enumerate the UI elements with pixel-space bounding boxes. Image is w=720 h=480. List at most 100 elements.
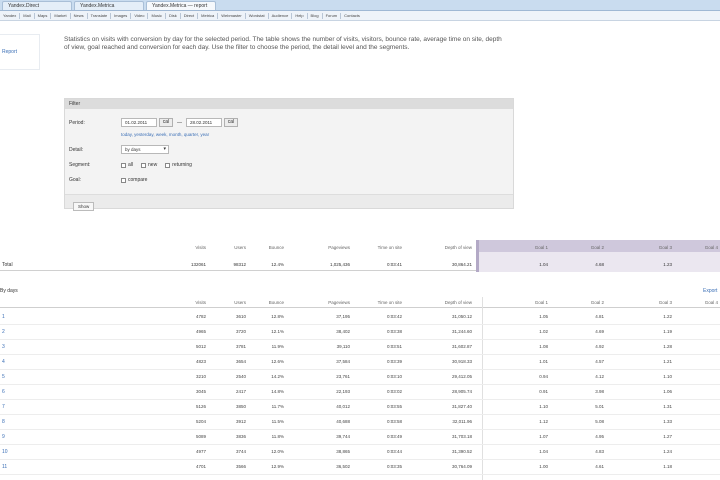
table-cell: 38,865 — [336, 449, 350, 454]
bookmark-item[interactable]: Contacts — [344, 13, 360, 18]
bookmark-item[interactable]: Wordstat — [249, 13, 265, 18]
row-label-link[interactable]: 7 — [2, 404, 5, 410]
row-label-link[interactable]: 8 — [2, 419, 5, 425]
row-label-link[interactable]: 11 — [2, 464, 7, 470]
bookmark-separator — [217, 12, 219, 19]
table-cell: 0:03:10 — [386, 374, 402, 379]
section-title: By days — [0, 288, 18, 294]
bookmark-separator — [147, 12, 149, 19]
bookmark-item[interactable]: Yandex — [3, 13, 16, 18]
segment-option: new — [148, 162, 158, 168]
column-header: Goal 2 — [590, 245, 604, 250]
checkbox-icon[interactable] — [141, 162, 147, 168]
row-label-link[interactable]: 5 — [2, 374, 5, 380]
bookmark-item[interactable]: Direct — [184, 13, 194, 18]
row-label-link[interactable]: 10 — [2, 449, 8, 455]
table-cell: 1.04 — [539, 449, 548, 454]
table-cell: 1.08 — [539, 344, 548, 349]
bookmark-separator — [86, 12, 88, 19]
browser-tab-active[interactable]: Yandex.Metrica — report — [146, 1, 216, 10]
browser-tab[interactable]: Yandex.Metrica — [74, 1, 144, 10]
table-cell: 4.81 — [595, 314, 604, 319]
row-label-link[interactable]: 6 — [2, 389, 5, 395]
date-to-input[interactable]: 28.02.2011 — [186, 118, 222, 127]
bookmark-separator — [340, 12, 342, 19]
bookmark-item[interactable]: Images — [114, 13, 127, 18]
table-cell: 1.24 — [663, 449, 672, 454]
table-cell: 40,688 — [336, 419, 350, 424]
table-cell: 1.05 — [539, 314, 548, 319]
row-label-link[interactable]: 4 — [2, 359, 5, 365]
date-dash: — — [177, 119, 182, 126]
table-cell: 4.12 — [595, 374, 604, 379]
browser-tab[interactable]: Yandex.Direct — [2, 1, 72, 10]
table-cell: 0.94 — [539, 374, 548, 379]
bookmark-item[interactable]: News — [74, 13, 84, 18]
goals-divider — [476, 240, 479, 272]
export-link[interactable]: Export — [703, 288, 717, 294]
table-cell: 0:03:38 — [386, 329, 402, 334]
table-cell: 0:03:51 — [386, 344, 402, 349]
table-cell: 1.18 — [663, 464, 672, 469]
table-row: 8 5204 3912 11.5% 40,688 0:03:58 32,011.96 1.12… — [0, 415, 720, 430]
segment-option: all — [128, 162, 134, 168]
bookmark-item[interactable]: Forum — [326, 13, 338, 18]
column-header[interactable]: Bounce — [224, 300, 284, 305]
bookmark-separator — [19, 12, 21, 19]
column-header: Goal 4 — [704, 245, 718, 250]
detail-label: Detail: — [69, 146, 84, 153]
table-cell: 31,602.87 — [451, 344, 472, 349]
segment-checkbox[interactable]: all — [121, 162, 133, 168]
row-label-link[interactable]: 1 — [2, 314, 5, 320]
bookmark-item[interactable]: Video — [134, 13, 144, 18]
bookmark-item[interactable]: Audience — [272, 13, 289, 18]
table-row: 9 5089 3836 11.8% 39,744 0:03:49 31,703.18 1.07… — [0, 430, 720, 445]
bookmark-item[interactable]: Disk — [169, 13, 177, 18]
row-label-link[interactable]: 2 — [2, 329, 5, 335]
table-cell: 40,012 — [336, 404, 350, 409]
calendar-icon[interactable]: cal — [159, 118, 173, 127]
segment-checkbox[interactable]: new — [141, 162, 157, 168]
table-cell: 1.02 — [539, 329, 548, 334]
bookmark-item[interactable]: Market — [54, 13, 66, 18]
bookmark-item[interactable]: Music — [151, 13, 161, 18]
bookmark-item[interactable]: Webmaster — [221, 13, 241, 18]
bookmark-item[interactable]: Blog — [311, 13, 319, 18]
checkbox-icon[interactable] — [165, 162, 171, 168]
apply-button[interactable]: Show — [73, 202, 95, 211]
detail-select[interactable]: by days ▾ — [121, 145, 169, 154]
column-header[interactable]: Goal 4 — [658, 300, 718, 305]
table-cell: 38,402 — [336, 329, 350, 334]
column-header[interactable]: Pageviews — [290, 300, 350, 305]
column-header[interactable]: Goal 2 — [544, 300, 604, 305]
table-cell: 30,918.33 — [451, 359, 472, 364]
table-cell: 31,390.52 — [451, 449, 472, 454]
calendar-icon[interactable]: cal — [224, 118, 238, 127]
checkbox-icon[interactable] — [121, 177, 126, 183]
segment-checkbox[interactable]: returning — [165, 162, 192, 168]
table-cell: 1.22 — [663, 314, 672, 319]
date-from-input[interactable]: 01.02.2011 — [121, 118, 157, 127]
left-panel-link[interactable]: Report — [0, 35, 39, 55]
segment-option: returning — [172, 162, 192, 168]
bookmark-item[interactable]: Mail — [23, 13, 30, 18]
bookmark-item[interactable]: Metrica — [201, 13, 214, 18]
bookmark-item[interactable]: Help — [295, 13, 303, 18]
total-cell: 0:03:41 — [386, 262, 402, 267]
quick-period-links[interactable]: today, yesterday, week, month, quarter, … — [121, 132, 209, 137]
bookmark-separator — [69, 12, 71, 19]
table-row: 4 4823 3654 12.6% 37,584 0:03:39 30,918.33 1.01… — [0, 355, 720, 370]
goal-checkbox[interactable]: compare — [121, 177, 147, 183]
checkbox-icon[interactable] — [121, 162, 126, 168]
table-cell: 11.9% — [271, 344, 284, 349]
table-row: 1 4782 3610 12.8% 37,195 0:03:42 31,050.12 1.05… — [0, 310, 720, 325]
period-label: Period: — [69, 119, 85, 126]
row-label-link[interactable]: 3 — [2, 344, 5, 350]
column-header[interactable]: Time on site — [342, 300, 402, 305]
bookmark-item[interactable]: Maps — [38, 13, 48, 18]
column-header[interactable]: Goal 1 — [488, 300, 548, 305]
period-row: Period: 01.02.2011 cal — 28.02.2011 cal — [69, 118, 238, 127]
bookmark-item[interactable]: Translate — [91, 13, 108, 18]
column-header[interactable]: Depth of view — [412, 300, 472, 305]
row-label-link[interactable]: 9 — [2, 434, 5, 440]
